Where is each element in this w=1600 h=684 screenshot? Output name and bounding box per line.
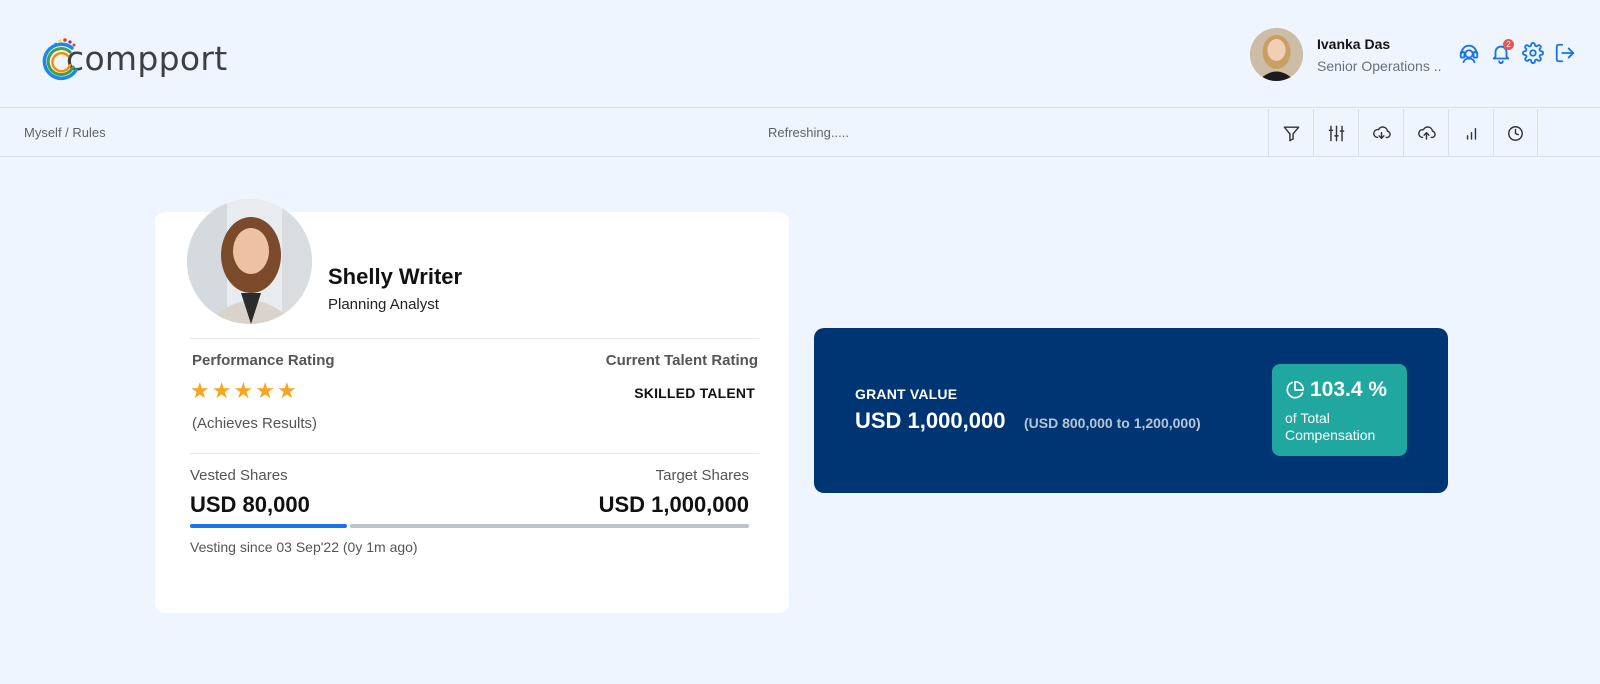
user-avatar[interactable] (1250, 28, 1303, 81)
user-profile[interactable]: Ivanka Das Senior Operations .. (1250, 28, 1442, 81)
top-header: compport Ivanka Das Senior Operations .. (0, 0, 1600, 108)
logout-icon[interactable] (1554, 42, 1576, 64)
grant-value-label: GRANT VALUE (855, 386, 958, 402)
vesting-since-text: Vesting since 03 Sep'22 (0y 1m ago) (190, 539, 418, 555)
percent-value: 103.4 % (1310, 378, 1388, 401)
upload-cloud-icon (1417, 125, 1436, 140)
adjust-button[interactable] (1313, 109, 1358, 157)
filter-icon (1283, 125, 1299, 141)
notification-badge: 2 (1503, 39, 1514, 50)
divider (190, 338, 759, 339)
compport-logo[interactable]: compport (38, 36, 227, 84)
support-agent-icon[interactable] (1458, 42, 1480, 64)
target-shares-label: Target Shares (655, 467, 749, 484)
performance-stars: ★ ★ ★ ★ ★ (190, 380, 297, 402)
pie-chart-icon (1286, 380, 1305, 399)
vested-shares-value: USD 80,000 (190, 492, 310, 517)
grant-value-card: GRANT VALUE USD 1,000,000 (USD 800,000 t… (814, 328, 1448, 493)
employee-title: Planning Analyst (328, 296, 439, 313)
star-icon: ★ (276, 378, 297, 403)
vesting-progress-fill (190, 524, 347, 528)
sub-toolbar: Myself / Rules Refreshing..... (0, 109, 1600, 157)
logo-text: compport (66, 38, 228, 78)
star-icon: ★ (233, 378, 254, 403)
grant-value-range: (USD 800,000 to 1,200,000) (1024, 415, 1201, 431)
divider (190, 453, 759, 454)
star-icon: ★ (255, 378, 275, 403)
user-role: Senior Operations .. (1317, 57, 1442, 74)
logo-mark-icon (38, 36, 86, 84)
percent-caption: of Total Compensation (1285, 410, 1376, 443)
breadcrumb[interactable]: Myself / Rules (24, 125, 106, 140)
chart-button[interactable] (1448, 109, 1493, 157)
upload-button[interactable] (1403, 109, 1448, 157)
employee-avatar (187, 199, 312, 324)
refresh-status: Refreshing..... (768, 125, 849, 140)
sliders-icon (1328, 125, 1344, 141)
vesting-progress-track (350, 524, 749, 528)
target-shares-value: USD 1,000,000 (598, 492, 749, 517)
history-button[interactable] (1493, 109, 1538, 157)
header-actions: 2 (1458, 39, 1576, 64)
total-compensation-percent: 103.4 % of Total Compensation (1272, 364, 1407, 456)
star-icon: ★ (190, 378, 210, 403)
bell-icon[interactable]: 2 (1490, 39, 1514, 64)
vesting-progress-bar (190, 524, 749, 528)
star-icon: ★ (211, 378, 232, 403)
vested-shares-label: Vested Shares (190, 467, 288, 484)
talent-rating-label: Current Talent Rating (605, 352, 758, 369)
download-cloud-icon (1372, 125, 1391, 139)
performance-rating-label: Performance Rating (192, 352, 335, 369)
employee-name: Shelly Writer (328, 264, 463, 289)
filter-button[interactable] (1268, 109, 1313, 157)
talent-rating-value: SKILLED TALENT (634, 385, 755, 401)
grant-value-amount: USD 1,000,000 (855, 408, 1006, 433)
action-toolbar (1268, 109, 1538, 157)
performance-rating-text: (Achieves Results) (192, 415, 318, 432)
gear-icon[interactable] (1522, 42, 1544, 64)
user-name: Ivanka Das (1317, 35, 1391, 52)
clock-icon (1508, 125, 1523, 141)
bar-chart-icon (1466, 127, 1476, 140)
download-button[interactable] (1358, 109, 1403, 157)
